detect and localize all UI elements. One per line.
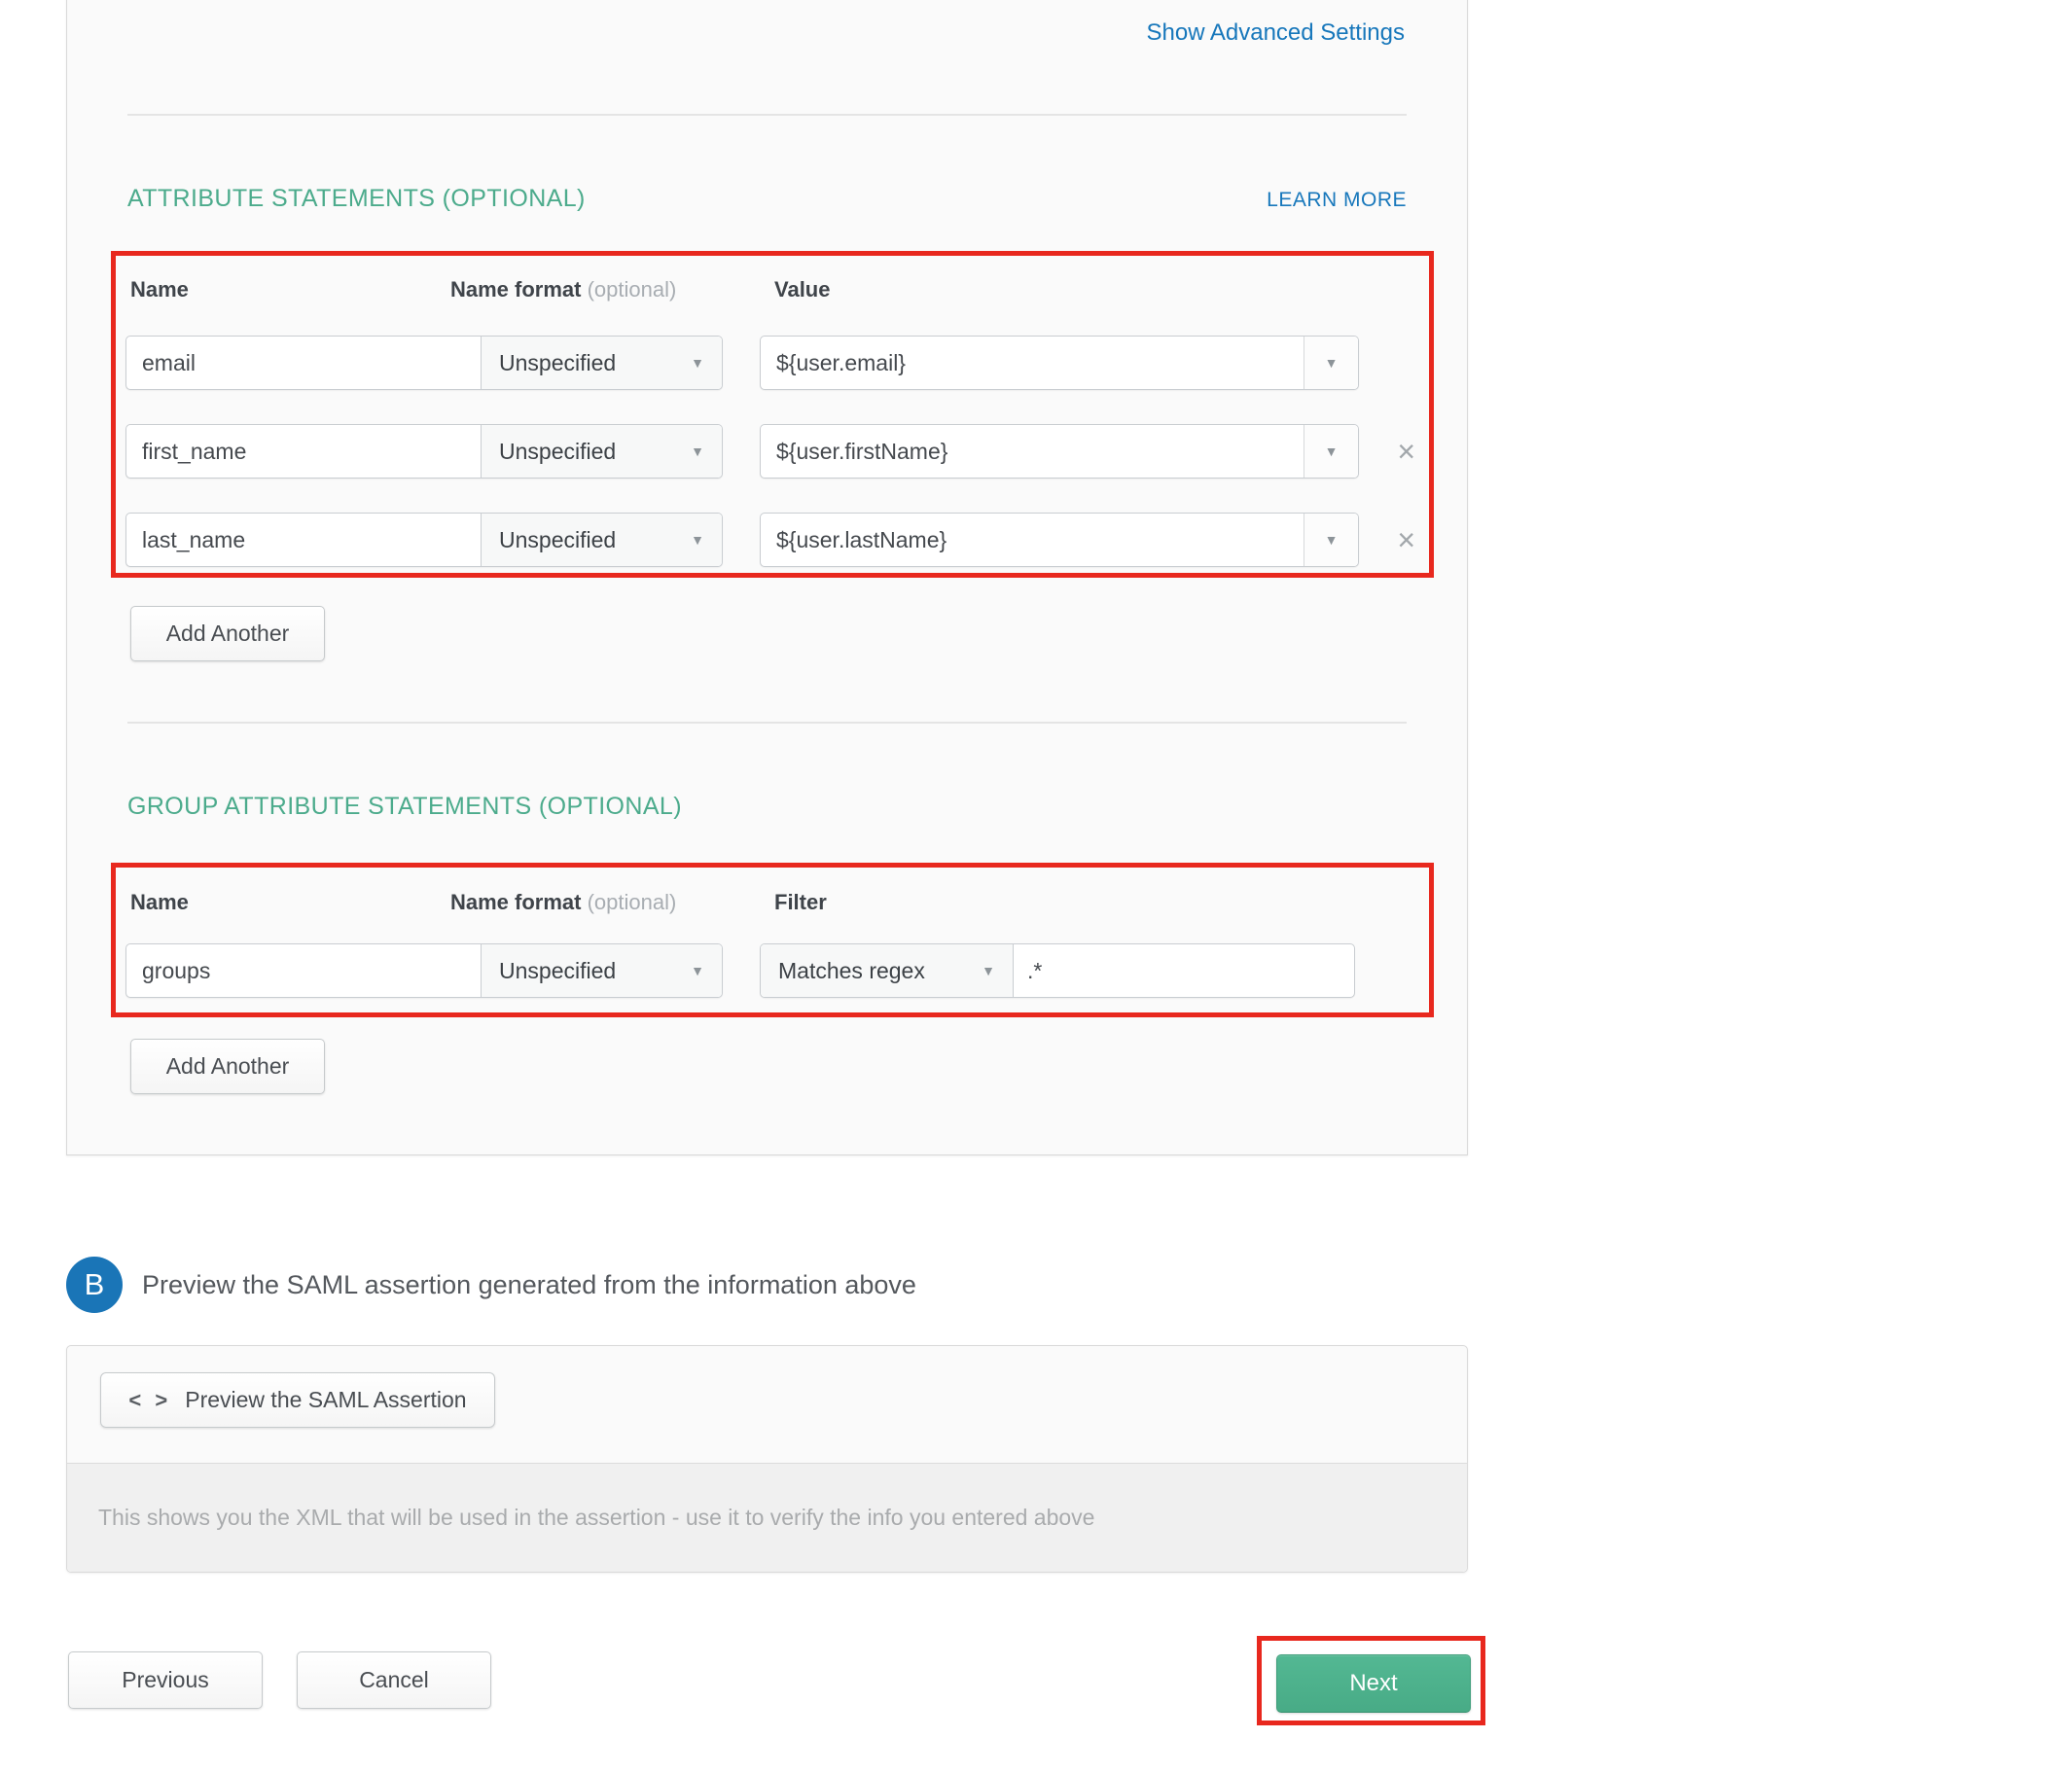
filter-type-dropdown[interactable]: Matches regex ▼ bbox=[761, 944, 1014, 997]
attribute-value-field: ▼ bbox=[760, 513, 1359, 567]
chevron-down-icon: ▼ bbox=[1325, 533, 1339, 547]
chevron-down-icon: ▼ bbox=[691, 964, 704, 977]
preview-saml-assertion-button[interactable]: < > Preview the SAML Assertion bbox=[100, 1372, 495, 1428]
attribute-statements-title: ATTRIBUTE STATEMENTS (OPTIONAL) bbox=[127, 185, 586, 213]
preview-help-text: This shows you the XML that will be used… bbox=[98, 1505, 1094, 1531]
previous-button[interactable]: Previous bbox=[68, 1651, 263, 1709]
chevron-down-icon: ▼ bbox=[1325, 444, 1339, 458]
chevron-down-icon: ▼ bbox=[691, 533, 704, 547]
value-dropdown-toggle[interactable]: ▼ bbox=[1304, 337, 1358, 389]
code-icon: < > bbox=[128, 1388, 171, 1413]
filter-value-input[interactable] bbox=[1014, 944, 1354, 997]
column-header-filter: Filter bbox=[774, 890, 827, 915]
attribute-value-input[interactable] bbox=[761, 514, 1304, 566]
attribute-value-input[interactable] bbox=[761, 337, 1304, 389]
attribute-row-email: Unspecified ▼ ▼ bbox=[125, 336, 1419, 390]
filter-type-value: Matches regex bbox=[778, 958, 925, 984]
saml-settings-page: Show Advanced Settings ATTRIBUTE STATEME… bbox=[0, 0, 2072, 1774]
attribute-value-input[interactable] bbox=[761, 425, 1304, 478]
name-format-value: Unspecified bbox=[499, 439, 616, 465]
chevron-down-icon: ▼ bbox=[1325, 356, 1339, 370]
column-header-name-format: Name format (optional) bbox=[450, 277, 676, 302]
column-header-name: Name bbox=[130, 890, 189, 915]
group-attribute-row-groups: Unspecified ▼ Matches regex ▼ bbox=[125, 943, 1419, 998]
attribute-name-input[interactable] bbox=[126, 337, 481, 389]
chevron-down-icon: ▼ bbox=[691, 356, 704, 370]
column-header-name-format: Name format (optional) bbox=[450, 890, 676, 915]
column-header-name: Name bbox=[130, 277, 189, 302]
name-and-format-field: Unspecified ▼ bbox=[125, 513, 723, 567]
attribute-name-input[interactable] bbox=[126, 514, 481, 566]
name-format-dropdown[interactable]: Unspecified ▼ bbox=[481, 425, 722, 478]
chevron-down-icon: ▼ bbox=[691, 444, 704, 458]
group-attribute-name-input[interactable] bbox=[126, 944, 481, 997]
group-filter-field: Matches regex ▼ bbox=[760, 943, 1355, 998]
attribute-row-last-name: Unspecified ▼ ▼ × bbox=[125, 513, 1419, 567]
attribute-name-input[interactable] bbox=[126, 425, 481, 478]
next-button-highlight-box: Next bbox=[1257, 1636, 1485, 1725]
learn-more-link[interactable]: LEARN MORE bbox=[1267, 189, 1407, 212]
name-format-dropdown[interactable]: Unspecified ▼ bbox=[481, 337, 722, 389]
remove-row-icon[interactable]: × bbox=[1397, 524, 1415, 555]
optional-hint: (optional) bbox=[588, 277, 677, 302]
add-another-attribute-button[interactable]: Add Another bbox=[130, 606, 325, 661]
name-format-dropdown[interactable]: Unspecified ▼ bbox=[481, 944, 722, 997]
next-button[interactable]: Next bbox=[1276, 1654, 1471, 1713]
section-divider bbox=[127, 114, 1407, 116]
preview-button-label: Preview the SAML Assertion bbox=[185, 1387, 466, 1413]
name-and-format-field: Unspecified ▼ bbox=[125, 336, 723, 390]
remove-row-icon[interactable]: × bbox=[1397, 436, 1415, 467]
preview-section-title: Preview the SAML assertion generated fro… bbox=[142, 1270, 916, 1300]
show-advanced-settings-link[interactable]: Show Advanced Settings bbox=[1146, 19, 1405, 47]
group-attribute-statements-title: GROUP ATTRIBUTE STATEMENTS (OPTIONAL) bbox=[127, 793, 682, 821]
cancel-button[interactable]: Cancel bbox=[297, 1651, 491, 1709]
value-dropdown-toggle[interactable]: ▼ bbox=[1304, 425, 1358, 478]
name-and-format-field: Unspecified ▼ bbox=[125, 943, 723, 998]
saml-preview-panel: < > Preview the SAML Assertion This show… bbox=[66, 1345, 1468, 1573]
name-format-dropdown[interactable]: Unspecified ▼ bbox=[481, 514, 722, 566]
name-format-value: Unspecified bbox=[499, 527, 616, 553]
attribute-value-field: ▼ bbox=[760, 336, 1359, 390]
preview-help-strip: This shows you the XML that will be used… bbox=[67, 1463, 1467, 1572]
value-dropdown-toggle[interactable]: ▼ bbox=[1304, 514, 1358, 566]
saml-attributes-panel: Show Advanced Settings ATTRIBUTE STATEME… bbox=[66, 0, 1468, 1155]
attribute-value-field: ▼ bbox=[760, 424, 1359, 479]
chevron-down-icon: ▼ bbox=[982, 964, 995, 977]
section-divider bbox=[127, 722, 1407, 724]
optional-hint: (optional) bbox=[588, 890, 677, 914]
step-b-badge: B bbox=[66, 1257, 123, 1313]
name-and-format-field: Unspecified ▼ bbox=[125, 424, 723, 479]
group-attribute-statements-highlight-box: Name Name format (optional) Filter Unspe… bbox=[111, 863, 1434, 1017]
name-format-value: Unspecified bbox=[499, 350, 616, 376]
attribute-statements-highlight-box: Name Name format (optional) Value Unspec… bbox=[111, 251, 1434, 578]
column-header-value: Value bbox=[774, 277, 830, 302]
attribute-row-first-name: Unspecified ▼ ▼ × bbox=[125, 424, 1419, 479]
name-format-value: Unspecified bbox=[499, 958, 616, 984]
add-another-group-attribute-button[interactable]: Add Another bbox=[130, 1039, 325, 1094]
